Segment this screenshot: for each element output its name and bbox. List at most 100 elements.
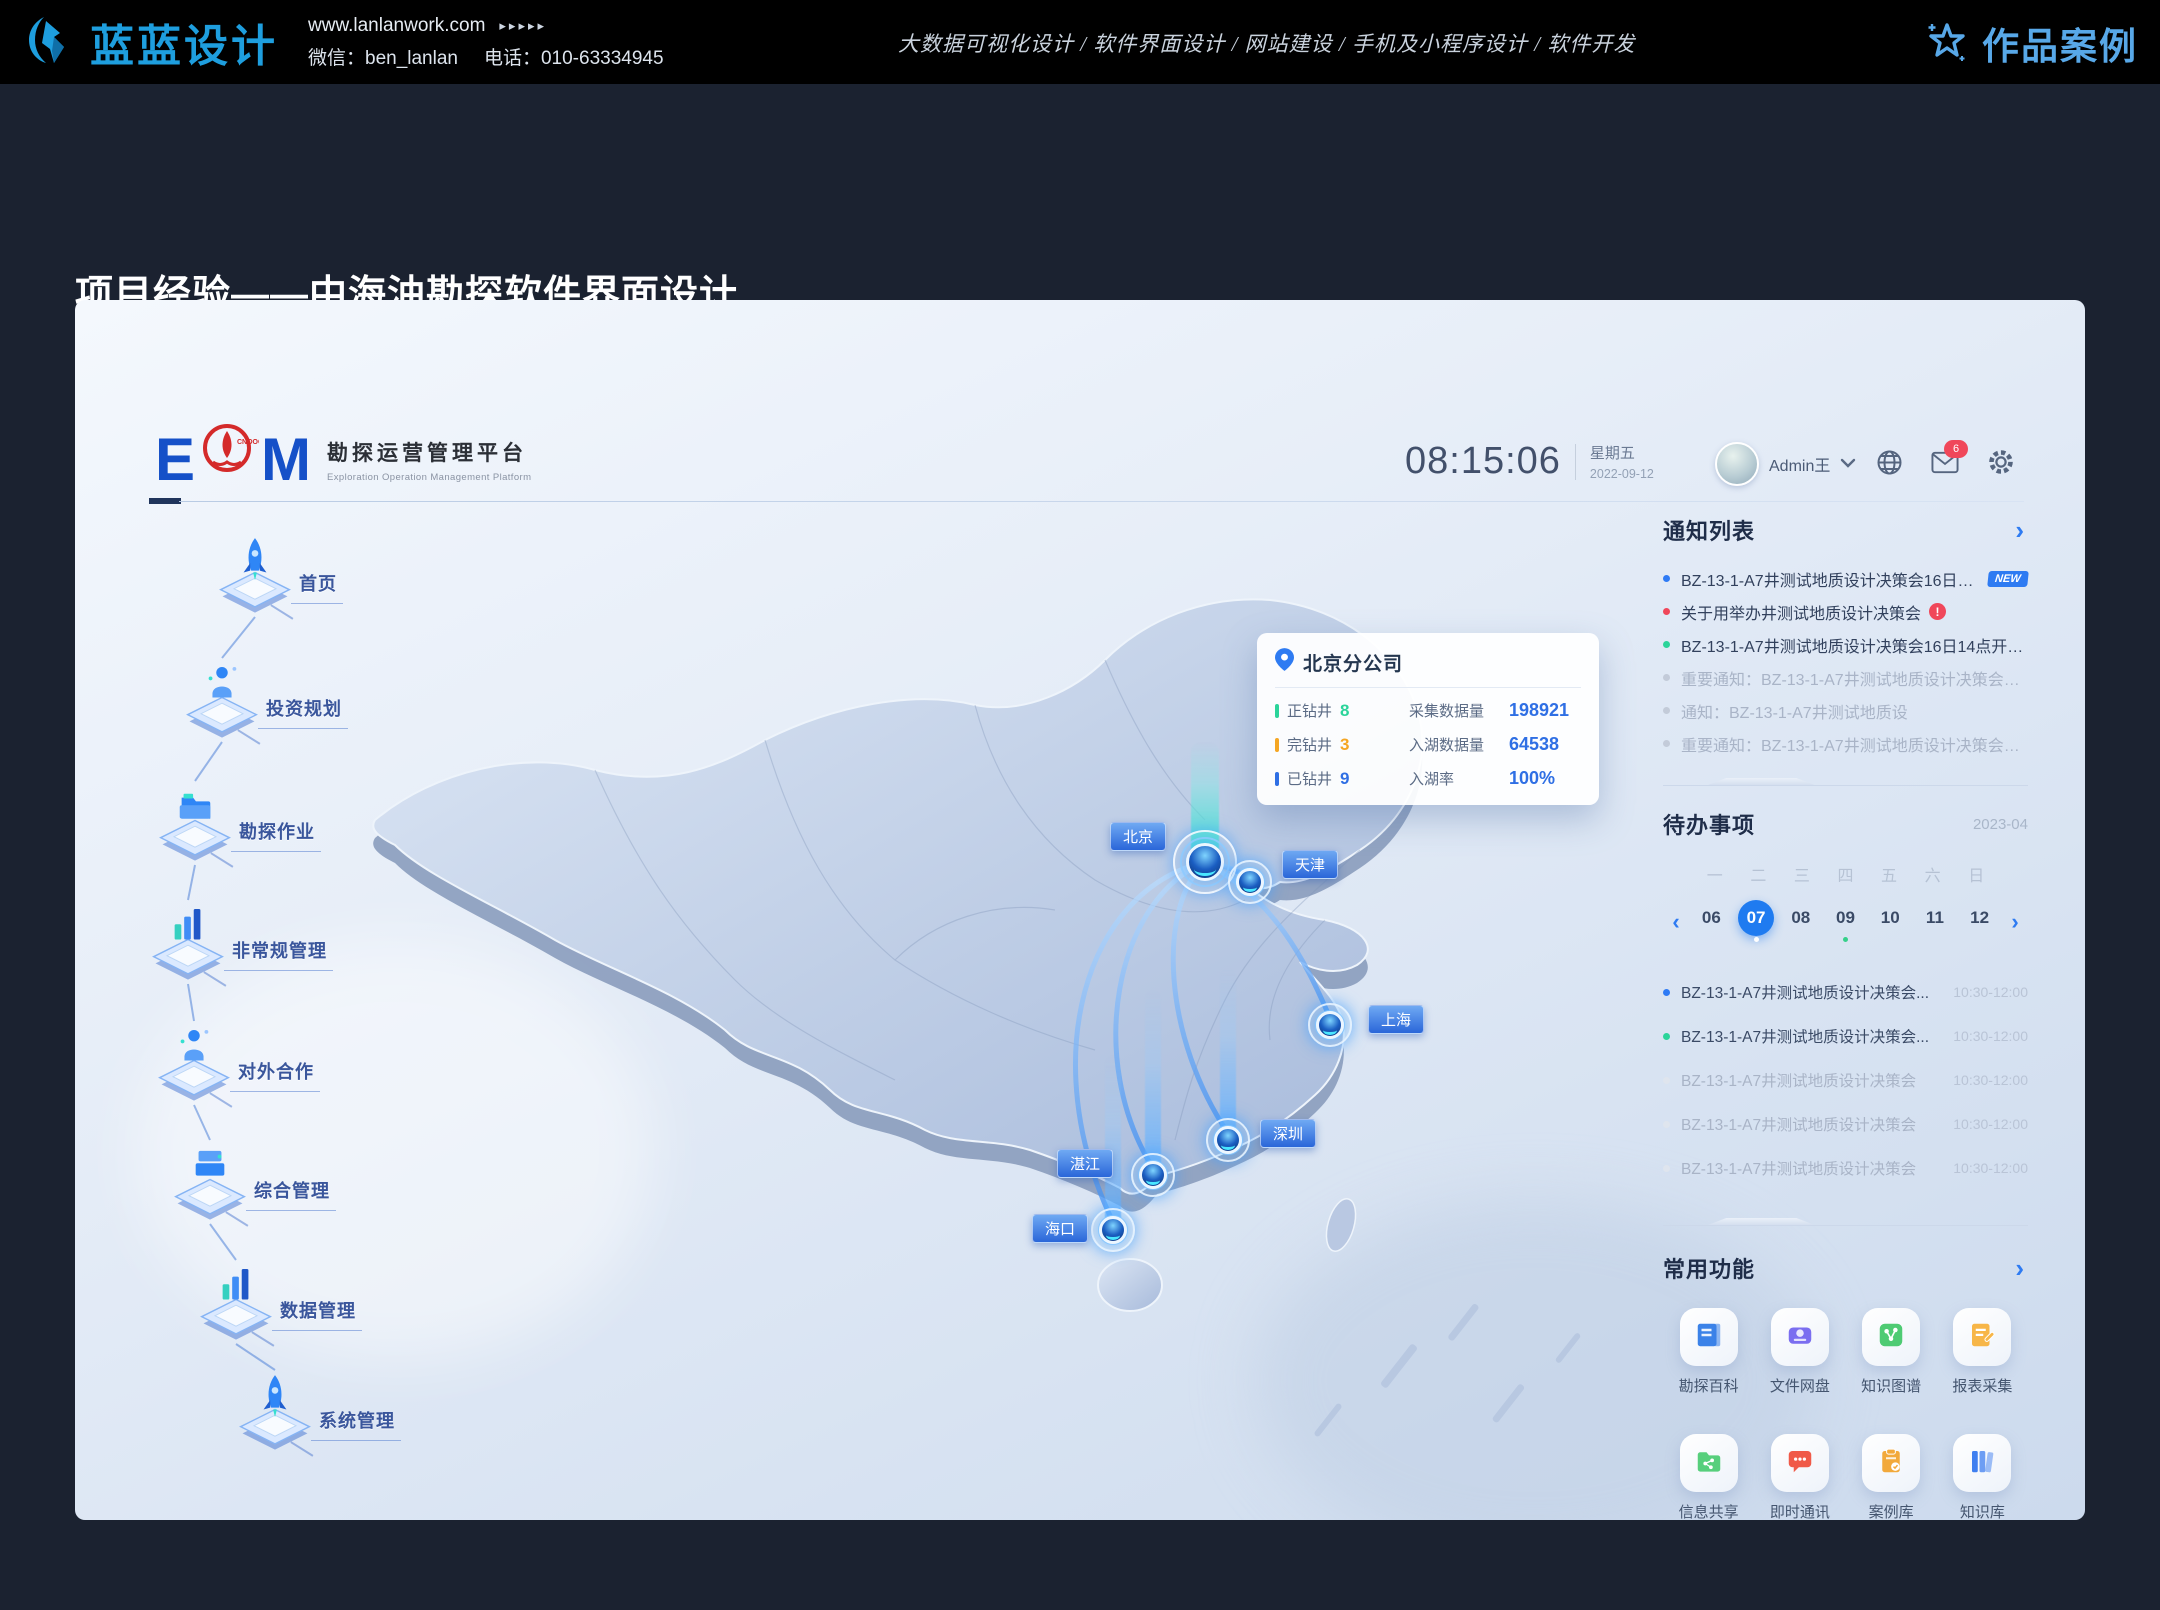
sidebar-platform-icon (168, 1138, 252, 1227)
popup-lake-stats: 采集数据量 198921 入湖数据量 64538 入湖率 100% (1409, 700, 1569, 789)
calendar-day[interactable]: 11 (1913, 900, 1958, 944)
calendar-day[interactable]: 09 (1823, 900, 1868, 944)
sidebar-item-label: 非常规管理 (232, 941, 327, 961)
sidebar-platform-icon (146, 898, 230, 987)
city-label[interactable]: 海口 (1032, 1214, 1088, 1243)
city-marker-icon[interactable] (1228, 860, 1272, 904)
calendar-day[interactable]: 07 (1734, 900, 1779, 944)
city-label[interactable]: 天津 (1282, 850, 1338, 879)
city-marker-icon[interactable] (1131, 1153, 1175, 1197)
city-marker-icon[interactable] (1206, 1118, 1250, 1162)
todo-text: BZ-13-1-A7井测试地质设计决策会 (1681, 1069, 1943, 1091)
calendar-day[interactable]: 06 (1689, 900, 1734, 944)
notice-item[interactable]: 重要通知：BZ-13-1-A7井测试地质设计决策会16日14... (1663, 727, 2028, 760)
weekday-label: 日 (1954, 862, 1998, 886)
dashboard: 北京 天津 上海 (75, 300, 2085, 1520)
portfolio-link[interactable]: 作品案例 (1922, 16, 2138, 70)
app-shortcut[interactable]: 信息共享 (1663, 1434, 1754, 1520)
globe-icon[interactable] (1875, 448, 1903, 476)
site-logo[interactable]: 蓝蓝设计 (24, 10, 278, 74)
section-divider (1663, 1214, 2028, 1226)
sidebar-item-label: 勘探作业 (239, 822, 315, 842)
user-menu[interactable]: Admin王 (1715, 442, 1856, 486)
site-url[interactable]: www.lanlanwork.com (308, 15, 485, 37)
app-shortcut[interactable]: 案例库 (1846, 1434, 1937, 1520)
sidebar-platform-icon (233, 1368, 317, 1457)
weekday-label: 五 (1867, 862, 1911, 886)
todo-time: 10:30-12:00 (1953, 1028, 2028, 1044)
calendar-weekdays: 一二三四五六日 (1663, 862, 2028, 886)
lanlan-logo-icon (24, 13, 78, 72)
app-label: 信息共享 (1679, 1501, 1739, 1520)
app-shortcut[interactable]: 知识库 (1937, 1434, 2028, 1520)
todo-item[interactable]: BZ-13-1-A7井测试地质设计决策会 10:30-12:00 (1663, 1102, 2028, 1146)
todo-month: 2023-04 (1973, 816, 2028, 833)
gear-icon[interactable] (1987, 448, 2015, 476)
site-contact: www.lanlanwork.com ▸▸▸▸▸ 微信：ben_lanlan 电… (308, 15, 664, 70)
sidebar-platform-icon (213, 531, 297, 620)
todo-text: BZ-13-1-A7井测试地质设计决策会 (1681, 1157, 1943, 1179)
clock: 08:15:06 星期五 2022-09-12 (1405, 440, 1654, 483)
site-wechat: 微信：ben_lanlan (308, 43, 458, 70)
notice-item[interactable]: BZ-13-1-A7井测试地质设计决策会16日14点开始 NEW (1663, 562, 2028, 595)
city-label[interactable]: 上海 (1368, 1005, 1424, 1034)
notice-text: 通知：BZ-13-1-A7井测试地质设 (1681, 699, 1908, 723)
todo-item[interactable]: BZ-13-1-A7井测试地质设计决策会... 10:30-12:00 (1663, 970, 2028, 1014)
notice-item[interactable]: 通知：BZ-13-1-A7井测试地质设 (1663, 694, 2028, 727)
app-shortcut[interactable]: 即时通讯 (1754, 1434, 1845, 1520)
status-dot (1663, 740, 1670, 747)
notice-item[interactable]: 关于用举办井测试地质设计决策会 ! (1663, 595, 2028, 628)
calendar-day[interactable]: 12 (1957, 900, 2002, 944)
sidebar-item-label: 综合管理 (254, 1181, 330, 1201)
city-label[interactable]: 湛江 (1057, 1149, 1113, 1178)
mail-icon[interactable]: 6 (1931, 448, 1959, 476)
notice-text: BZ-13-1-A7井测试地质设计决策会16日14点开始 (1681, 567, 1980, 591)
notice-item[interactable]: 重要通知：BZ-13-1-A7井测试地质设计决策会16日14... (1663, 661, 2028, 694)
app-glyph-icon (1876, 1446, 1906, 1481)
app-shortcut[interactable]: 勘探百科 (1663, 1308, 1754, 1396)
popup-stat: 采集数据量 198921 (1409, 700, 1569, 721)
popup-stat: 入湖率 100% (1409, 768, 1569, 789)
todo-list: BZ-13-1-A7井测试地质设计决策会... 10:30-12:00 BZ-1… (1663, 970, 2028, 1190)
city-marker-icon[interactable] (1091, 1208, 1135, 1252)
location-pin-icon (1275, 648, 1294, 676)
calendar-prev-icon[interactable]: ‹ (1663, 909, 1689, 935)
todo-text: BZ-13-1-A7井测试地质设计决策会... (1681, 1025, 1943, 1047)
app-shortcut[interactable]: 报表采集 (1937, 1308, 2028, 1396)
weekday-label: 六 (1911, 862, 1955, 886)
status-dot (1663, 989, 1670, 996)
calendar-next-icon[interactable]: › (2002, 909, 2028, 935)
city-marker-icon[interactable] (1308, 1003, 1352, 1047)
todo-time: 10:30-12:00 (1953, 984, 2028, 1000)
todo-text: BZ-13-1-A7井测试地质设计决策会... (1681, 981, 1943, 1003)
todo-item[interactable]: BZ-13-1-A7井测试地质设计决策会 10:30-12:00 (1663, 1146, 2028, 1190)
beijing-popup: 北京分公司 正钻井 8 完钻井 3 (1257, 633, 1599, 805)
calendar-day[interactable]: 10 (1868, 900, 1913, 944)
portfolio-label: 作品案例 (1982, 16, 2138, 70)
avatar[interactable] (1715, 442, 1759, 486)
notice-item[interactable]: BZ-13-1-A7井测试地质设计决策会16日14点开始！ (1663, 628, 2028, 661)
todo-time: 10:30-12:00 (1953, 1160, 2028, 1176)
app-shortcut[interactable]: 知识图谱 (1846, 1308, 1937, 1396)
notice-more-chevron-icon[interactable]: › (2011, 517, 2028, 543)
weekday-label: 二 (1737, 862, 1781, 886)
notice-text: BZ-13-1-A7井测试地质设计决策会16日14点开始！ (1681, 633, 2028, 657)
app-shortcut[interactable]: 文件网盘 (1754, 1308, 1845, 1396)
notice-list: BZ-13-1-A7井测试地质设计决策会16日14点开始 NEW 关于用举办井测… (1663, 562, 2028, 760)
site-phone: 电话：010-63334945 (484, 43, 664, 70)
clock-date: 2022-09-12 (1590, 467, 1654, 481)
site-header: 蓝蓝设计 www.lanlanwork.com ▸▸▸▸▸ 微信：ben_lan… (0, 0, 2160, 84)
apps-more-chevron-icon[interactable]: › (2011, 1255, 2028, 1281)
city-label[interactable]: 北京 (1110, 822, 1166, 851)
new-badge: NEW (1987, 571, 2028, 587)
app-glyph-icon (1876, 1320, 1906, 1355)
sea-shards (1313, 1303, 1581, 1438)
popup-stat: 已钻井 9 (1275, 768, 1399, 789)
calendar-day[interactable]: 08 (1778, 900, 1823, 944)
todo-item[interactable]: BZ-13-1-A7井测试地质设计决策会 10:30-12:00 (1663, 1058, 2028, 1102)
section-divider (1663, 774, 2028, 786)
todo-item[interactable]: BZ-13-1-A7井测试地质设计决策会... 10:30-12:00 (1663, 1014, 2028, 1058)
city-label[interactable]: 深圳 (1260, 1119, 1316, 1148)
popup-stat: 正钻井 8 (1275, 700, 1399, 721)
sidebar-platform-icon (152, 1019, 236, 1108)
